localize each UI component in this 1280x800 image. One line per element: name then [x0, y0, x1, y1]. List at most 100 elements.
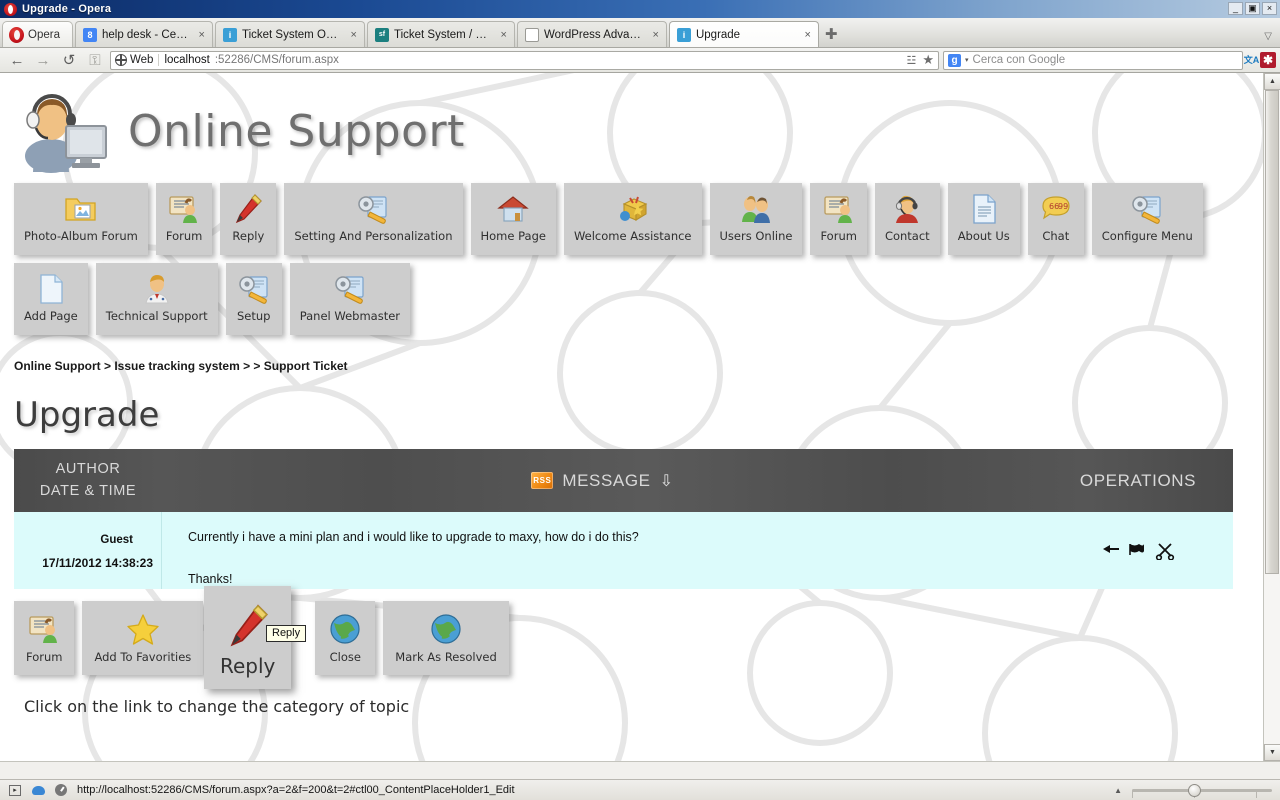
info-favicon-icon: i — [222, 27, 237, 42]
tab-ticket-system-open-source[interactable]: i Ticket System Open Source × — [214, 21, 365, 47]
tab-title: Upgrade — [695, 28, 741, 41]
menu-button-setting-and-personalization[interactable]: Setting And Personalization — [284, 183, 463, 255]
zoom-slider-knob[interactable] — [1188, 783, 1201, 797]
search-scope-badge[interactable]: Web — [114, 53, 160, 66]
menu-button-configure-menu[interactable]: Configure Menu — [1091, 183, 1203, 255]
url-host: localhost — [164, 54, 210, 66]
tab-close-icon[interactable]: × — [802, 29, 814, 41]
action-button-label: Mark As Resolved — [395, 650, 497, 664]
menu-button-photo-album-forum[interactable]: Photo-Album Forum — [14, 183, 148, 255]
sourceforge-favicon-icon: sf — [374, 27, 389, 42]
contact-operator-icon — [892, 189, 922, 229]
restore-button[interactable]: ▣ — [1245, 2, 1260, 15]
rss-feed-icon[interactable]: ☳ — [906, 54, 916, 67]
menu-button-label: Setup — [236, 309, 271, 323]
action-button-row: Forum Add To Favorities Close Mark As Re… — [0, 586, 1263, 689]
menu-button-label: Forum — [165, 229, 203, 243]
window-title: Upgrade - Opera — [22, 3, 112, 15]
blank-page-icon — [37, 269, 65, 309]
quote-icon[interactable] — [1101, 542, 1121, 560]
action-button-close[interactable]: Close — [315, 601, 376, 675]
menu-button-about-us[interactable]: About Us — [947, 183, 1020, 255]
zoom-slider-track — [1132, 788, 1272, 792]
menu-button-chat[interactable]: 66 99 Chat — [1027, 183, 1084, 255]
technician-icon — [142, 269, 172, 309]
status-caret-up-icon[interactable]: ▲ — [1114, 786, 1122, 795]
svg-text:99: 99 — [1058, 202, 1068, 211]
chat-bubble-icon: 66 99 — [1039, 189, 1073, 229]
bookmark-star-icon[interactable]: ★ — [922, 52, 934, 68]
back-arrow-icon[interactable]: ← — [4, 52, 30, 69]
column-header-datetime: DATE & TIME — [39, 482, 137, 499]
opera-link-cloud-icon[interactable] — [31, 784, 45, 797]
menu-button-label: Photo-Album Forum — [24, 229, 138, 243]
info-favicon-icon: i — [676, 27, 691, 42]
menu-button-label: About Us — [957, 229, 1010, 243]
breadcrumb-full-text: Online Support > Issue tracking system >… — [14, 359, 348, 373]
zoom-slider[interactable] — [1132, 783, 1272, 798]
menu-button-welcome-assistance[interactable]: Welcome Assistance — [563, 183, 702, 255]
menu-button-technical-support[interactable]: Technical Support — [95, 263, 218, 335]
forum-board-icon — [27, 608, 61, 650]
tab-help-desk[interactable]: 8 help desk - Cerca con Go... × — [74, 21, 213, 47]
globe-icon — [329, 608, 361, 650]
tab-wordpress-advanced-ticket[interactable]: WordPress Advanced Tic... × — [516, 21, 667, 47]
menu-button-users-online[interactable]: Users Online — [709, 183, 803, 255]
vertical-scrollbar[interactable]: ▲ ▼ — [1263, 73, 1280, 761]
breadcrumb[interactable]: Online Support > Issue tracking system >… — [0, 343, 1263, 373]
settings-gear-icon — [237, 269, 271, 309]
tab-title: Ticket System / Metadata — [393, 28, 493, 41]
site-header: Online Support — [0, 73, 1263, 183]
menu-button-label: Configure Menu — [1101, 229, 1193, 243]
menu-button-setup[interactable]: Setup — [225, 263, 282, 335]
rss-badge-icon[interactable]: RSS — [531, 472, 554, 489]
tab-close-icon[interactable]: × — [348, 29, 360, 41]
tab-upgrade[interactable]: i Upgrade × — [668, 21, 819, 47]
menu-button-forum-2[interactable]: Forum — [810, 183, 867, 255]
menu-button-panel-webmaster[interactable]: Panel Webmaster — [289, 263, 411, 335]
tab-close-icon[interactable]: × — [650, 29, 662, 41]
menu-button-forum[interactable]: Forum — [155, 183, 213, 255]
menu-button-reply[interactable]: Reply — [220, 183, 277, 255]
scroll-thumb[interactable] — [1265, 90, 1279, 574]
security-key-icon[interactable]: ⚿ — [82, 52, 108, 69]
menu-button-label: Welcome Assistance — [573, 229, 692, 243]
action-button-forum[interactable]: Forum — [14, 601, 75, 675]
close-button[interactable]: × — [1262, 2, 1277, 15]
tab-close-icon[interactable]: × — [498, 29, 510, 41]
new-tab-button[interactable]: ✚ — [825, 25, 838, 43]
tab-list-chevron-down-icon[interactable]: ▽ — [1264, 31, 1272, 42]
window-controls: _ ▣ × — [1228, 2, 1277, 15]
address-input[interactable]: Web localhost:52286/CMS/forum.aspx ☳ ★ — [110, 50, 939, 70]
forward-arrow-icon[interactable]: → — [30, 52, 56, 69]
tab-ticket-system-metadata[interactable]: sf Ticket System / Metadata × — [366, 21, 515, 47]
tab-close-icon[interactable]: × — [196, 29, 208, 41]
action-button-add-to-favorities[interactable]: Add To Favorities — [82, 601, 204, 675]
translate-icon[interactable]: 文A — [1243, 53, 1260, 68]
extension-icon[interactable]: ✱ — [1260, 52, 1276, 68]
menu-button-contact[interactable]: Contact — [874, 183, 940, 255]
panel-toggle-icon[interactable]: ▸ — [8, 784, 22, 797]
speed-gauge-icon[interactable] — [54, 784, 68, 797]
scissors-cut-icon[interactable] — [1155, 542, 1175, 561]
zoom-tick — [1132, 791, 1133, 798]
search-input[interactable]: g ▾ Cerca con Google — [943, 50, 1243, 70]
sort-down-arrow-icon[interactable]: ⇩ — [660, 471, 674, 491]
scroll-track[interactable] — [1264, 90, 1280, 744]
settings-gear-icon — [333, 269, 367, 309]
tab-title: help desk - Cerca con Go... — [101, 28, 191, 41]
scroll-down-button[interactable]: ▼ — [1264, 744, 1280, 761]
edit-flag-icon[interactable] — [1128, 542, 1148, 560]
horizontal-scroll-area[interactable] — [0, 761, 1280, 779]
google-search-icon: g — [948, 53, 961, 67]
menu-button-add-page[interactable]: Add Page — [14, 263, 88, 335]
opera-menu-button[interactable]: Opera — [2, 21, 73, 47]
reload-icon[interactable]: ↺ — [56, 51, 82, 69]
minimize-button[interactable]: _ — [1228, 2, 1243, 15]
chevron-down-icon[interactable]: ▾ — [965, 56, 969, 64]
scroll-up-button[interactable]: ▲ — [1264, 73, 1280, 90]
message-line-2: Thanks! — [188, 572, 233, 586]
menu-button-label: Reply — [232, 229, 265, 243]
menu-button-home-page[interactable]: Home Page — [470, 183, 556, 255]
action-button-mark-as-resolved[interactable]: Mark As Resolved — [383, 601, 509, 675]
